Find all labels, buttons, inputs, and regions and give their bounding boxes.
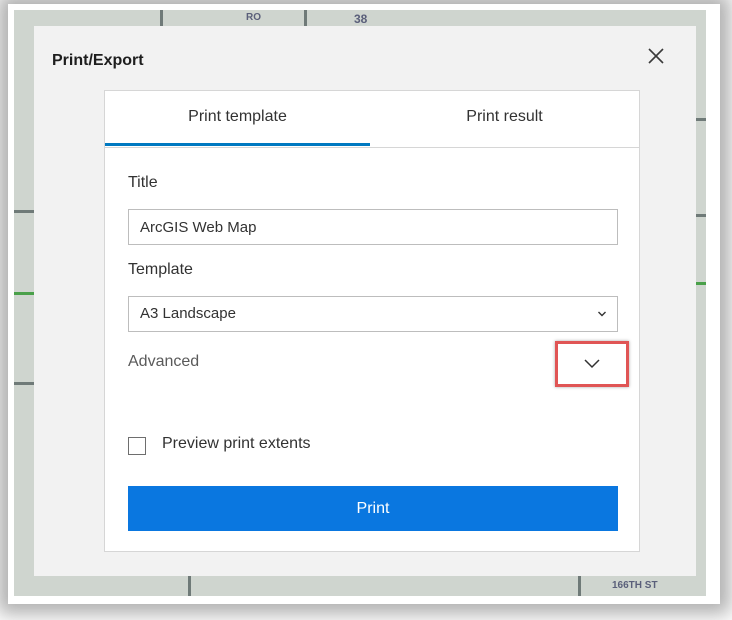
map-road [14,382,34,385]
tab-print-result[interactable]: Print result [370,91,639,146]
chevron-down-icon [584,359,600,369]
print-panel: Print template Print result Title Templa… [104,90,640,552]
map-road [696,214,706,217]
map-road [696,118,706,121]
map-label: 166TH ST [612,580,658,591]
map-label: RO [246,12,261,23]
preview-print-extents-label: Preview print extents [162,435,311,452]
tab-bar: Print template Print result [105,91,639,148]
title-input[interactable] [128,209,618,245]
template-selected-value: A3 Landscape [140,305,236,322]
print-export-dialog: Print/Export Print template Print result… [34,26,696,576]
close-icon [648,48,664,64]
tab-print-template[interactable]: Print template [105,91,370,146]
chevron-down-icon [598,311,606,317]
template-select[interactable]: A3 Landscape [128,296,618,332]
advanced-label: Advanced [128,353,200,370]
close-button[interactable] [644,44,668,68]
preview-print-extents-checkbox[interactable] [128,437,146,455]
template-label: Template [128,261,193,278]
map-road [188,576,191,596]
map-park-edge [14,292,34,295]
map-road [14,210,34,213]
print-button[interactable]: Print [128,486,618,531]
title-label: Title [128,174,158,191]
map-park-edge [696,282,706,285]
advanced-expand-button[interactable] [555,341,629,387]
dialog-title: Print/Export [52,52,144,69]
map-road [578,576,581,596]
map-label: 38 [354,12,368,26]
active-tab-indicator [105,143,370,146]
